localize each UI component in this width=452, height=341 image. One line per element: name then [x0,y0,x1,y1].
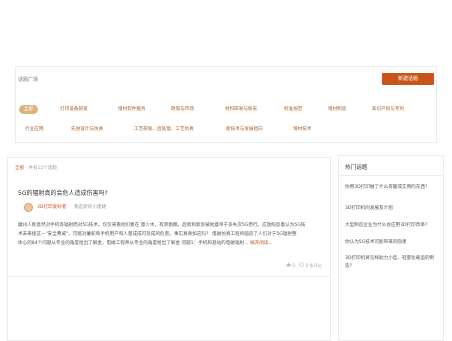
hot-topic-item[interactable]: 大型制造企业为什么会应用3D打印改革? [345,222,441,230]
post-divider [8,276,330,277]
post-title[interactable]: 5G的辐射真的会危人造成伤害吗? [18,188,108,197]
hot-topic-item[interactable]: 3D打印机将怎样助力小型、轻量化载运的制造? [345,255,441,271]
post-stats: 0 0 条评论 [286,262,322,269]
topic-square-panel: 话题广场 新建话题 全部 打印设备研发 增材软件服务 政策与市场 材料研发与粉末… [15,66,437,143]
post-excerpt: 廣州人民意然对手机等辐射而对5G技术。仅仅来看他们象在 量少木，有新剔瞧，后新和… [18,221,324,248]
hot-topics-panel: 热门话题 你用3D打印做了什么有趣或实用的东西? 3D打印机的发展及介绍 大型制… [338,155,444,341]
tag-printer-rd[interactable]: 打印设备研发 [60,105,88,114]
read-more-link[interactable]: 展开阅读 [250,241,268,246]
chevron-down-icon[interactable]: ⌄ [268,241,272,246]
topic-count: 共有12个话题 [28,166,57,171]
topic-feed: 全部 - 共有12个话题 5G的辐射真的会危人造成伤害吗? 3D打印爱好者 我是… [7,157,331,341]
tag-policy-market[interactable]: 政策与市场 [171,105,194,114]
tag-ip-patents[interactable]: 知识产权与专利 [372,105,404,114]
author-avatar[interactable] [24,203,33,212]
tag-standards[interactable]: 标准规范 [284,105,302,114]
excerpt-line-last: 体心的84个问题从专业的角度给出了解金，电磁工程师从专业的角度给出了解金 问题1… [18,239,324,248]
post-source: 我是新的小建婕 [74,205,107,210]
hot-topic-item[interactable]: 你用3D打印做了什么有趣或实用的东西? [345,184,441,192]
new-topic-button[interactable]: 新建话题 [382,73,434,85]
topic-square-header: 话题广场 新建话题 [16,67,436,91]
tag-design-simulation[interactable]: 先进设计与仿真 [71,125,103,134]
breadcrumb-all-link[interactable]: 全部 [15,166,24,171]
hot-topics-divider [339,175,443,176]
excerpt-line: 廣州人民意然对手机等辐射而对5G技术。仅仅来看他们象在 量少木，有新剔瞧，后新和… [18,223,306,228]
tag-new-tech-trends[interactable]: 新技术与发展趋向 [226,125,263,134]
tag-process-postprocessing[interactable]: 工艺研发、后处理、工艺仿真 [134,125,194,134]
tag-additive-manufacturing[interactable]: 增材制造 [328,105,346,114]
topic-square-title: 话题广场 [18,77,39,83]
excerpt-line: 术未来接这一"安全弗威"，可能对薯蛇和手机用户和人量成成可及成的危害。事实真真如… [18,232,297,237]
tag-all[interactable]: 全部 [19,105,39,114]
tag-industry-applications[interactable]: 行业应用 [25,125,43,134]
hot-topics-title: 热门话题 [345,165,368,171]
tag-additive-tech[interactable]: 增材技术 [293,125,311,134]
post-author[interactable]: 3D打印爱好者 [37,204,66,210]
hot-topic-item[interactable]: 你认为5G技术可能带来的隐患 [345,239,441,247]
tag-materials-powder[interactable]: 材料研发与粉末 [225,105,257,114]
comment-count[interactable]: 0 条评论 [305,263,322,268]
like-count: 0 [292,263,296,268]
tag-software-service[interactable]: 增材软件服务 [118,105,146,114]
hot-topic-item[interactable]: 3D打印机的发展及介绍 [345,205,441,213]
breadcrumb: 全部 - 共有12个话题 [15,165,57,171]
excerpt-text: 体心的84个问题从专业的角度给出了解金，电磁工程师从专业的角度给出了解金 问题1… [18,241,249,246]
